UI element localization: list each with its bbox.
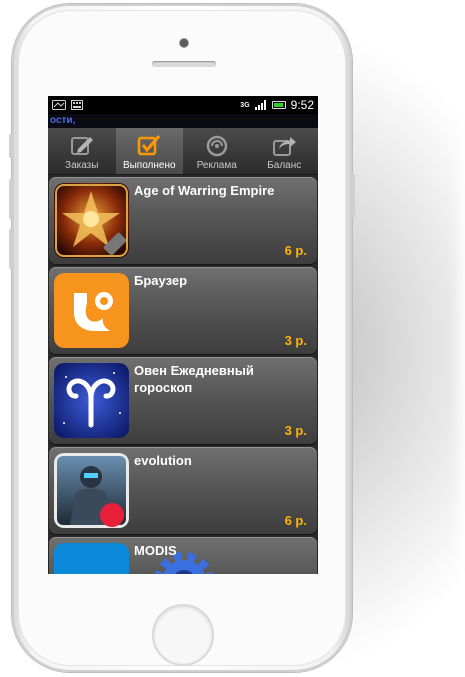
tab-balance[interactable]: Баланс xyxy=(251,128,319,174)
list-item[interactable]: Age of Warring Empire 6 р. xyxy=(49,177,317,264)
app-price: 6 р. xyxy=(284,513,307,528)
list-item[interactable]: evolution 6 р. xyxy=(49,447,317,534)
list-item[interactable]: Браузер 3 р. xyxy=(49,267,317,354)
tab-orders[interactable]: Заказы xyxy=(48,128,116,174)
app-price: 6 р. xyxy=(284,243,307,258)
age-of-warring-empire-icon xyxy=(54,183,129,258)
app-title: Браузер xyxy=(134,273,188,288)
app-title: evolution xyxy=(134,453,192,468)
home-button[interactable] xyxy=(152,604,214,666)
earpiece-speaker xyxy=(152,61,216,67)
app-title: Age of Warring Empire xyxy=(134,183,275,198)
uc-browser-icon xyxy=(54,273,129,348)
tab-label: Баланс xyxy=(267,160,302,171)
battery-icon xyxy=(271,101,286,109)
tab-bar: Заказы Выполнено Реклама Баланс xyxy=(48,128,318,175)
phone-frame: 3G 9:52 ости, Заказы Выполнено Реклама Б… xyxy=(9,4,355,672)
keyboard-icon xyxy=(71,100,83,110)
tab-advertising[interactable]: Реклама xyxy=(183,128,251,174)
evolution-game-icon xyxy=(54,453,129,528)
modis-icon xyxy=(54,543,129,574)
signal-strength-icon xyxy=(254,100,266,110)
network-type: 3G xyxy=(240,101,250,109)
edit-icon xyxy=(70,137,93,155)
tab-completed[interactable]: Выполнено xyxy=(115,128,183,174)
power-button xyxy=(352,174,355,218)
list-item[interactable]: Овен Ежедневный гороскоп 3 р. xyxy=(49,357,317,444)
app-list: Age of Warring Empire 6 р. Браузер 3 р. xyxy=(48,175,318,574)
checkbox-icon xyxy=(138,135,161,156)
mute-switch xyxy=(9,134,12,158)
stage: 3G 9:52 ости, Заказы Выполнено Реклама Б… xyxy=(0,0,465,677)
notification-icon xyxy=(52,100,66,110)
app-price: 3 р. xyxy=(284,423,307,438)
status-time: 9:52 xyxy=(290,98,314,112)
status-bar: 3G 9:52 xyxy=(48,96,318,114)
status-right: 3G 9:52 xyxy=(240,98,314,112)
app-title: MODIS xyxy=(134,543,177,558)
volume-up-button xyxy=(9,179,12,219)
app-title: Овен Ежедневный гороскоп xyxy=(134,363,254,395)
share-icon xyxy=(273,137,297,156)
front-camera-icon xyxy=(180,39,188,47)
tab-label: Реклама xyxy=(196,160,237,171)
volume-down-button xyxy=(9,229,12,269)
aries-horoscope-icon xyxy=(54,363,129,438)
tab-label: Заказы xyxy=(65,160,99,171)
advert-icon xyxy=(206,135,227,157)
news-ticker: ости, xyxy=(48,114,318,128)
tab-label: Выполнено xyxy=(122,160,176,171)
status-left xyxy=(52,100,83,110)
app-price: 3 р. xyxy=(284,333,307,348)
phone-screen: 3G 9:52 ости, Заказы Выполнено Реклама Б… xyxy=(48,96,318,574)
list-item[interactable]: MODIS xyxy=(49,537,317,574)
